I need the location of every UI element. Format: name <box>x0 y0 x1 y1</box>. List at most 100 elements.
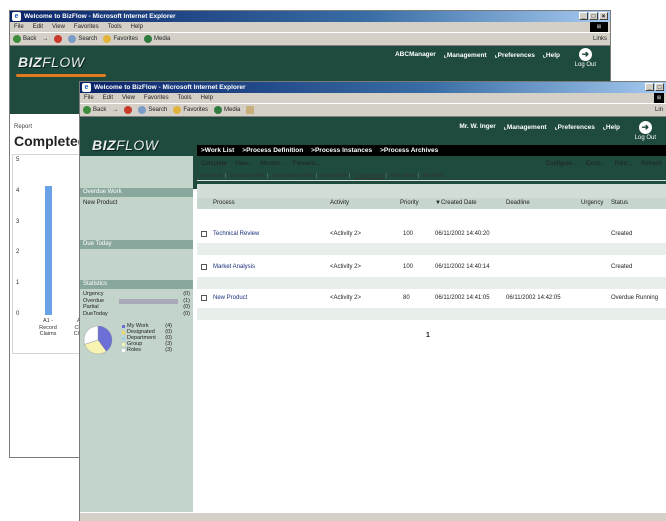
filter-overdue-work[interactable]: Overdue Work <box>230 173 265 179</box>
search-icon <box>68 35 77 43</box>
activity-cell: <Activity 2> <box>330 264 362 270</box>
y-tick-label: 0 <box>16 311 20 317</box>
menu-help[interactable]: Help <box>131 22 143 32</box>
monitor-button[interactable]: Monitor... <box>260 161 285 167</box>
tab-process-archives[interactable]: >Process Archives <box>380 145 438 156</box>
media-button[interactable]: Media <box>214 106 240 114</box>
back-menu-bar: File Edit View Favorites Tools Help ⊞ <box>10 22 610 32</box>
nav-help[interactable]: ⌞Help <box>603 123 620 131</box>
menu-favorites[interactable]: Favorites <box>74 22 99 32</box>
nav-user[interactable]: Mr. W. Inger <box>459 123 495 131</box>
deadline-cell: 06/11/2002 14:42:05 <box>506 295 561 301</box>
close-button[interactable]: × <box>599 12 608 20</box>
back-button[interactable]: Back <box>13 35 36 43</box>
search-button[interactable]: Search <box>138 106 167 114</box>
favorites-button[interactable]: Favorites <box>103 35 138 43</box>
tab-work-list[interactable]: >Work List <box>201 145 234 156</box>
legend-item[interactable]: Roles (3) <box>122 347 172 353</box>
menu-tools[interactable]: Tools <box>178 93 192 103</box>
main-nav-tabs: >Work List >Process Definition >Process … <box>197 145 666 156</box>
minimize-button[interactable]: _ <box>579 12 588 20</box>
minimize-button[interactable]: _ <box>645 83 654 91</box>
stop-button[interactable] <box>54 35 63 43</box>
mail-button[interactable] <box>246 106 255 114</box>
process-link[interactable]: Technical Review <box>213 229 259 239</box>
configure-button[interactable]: Configure... <box>546 161 577 167</box>
maximize-button[interactable]: □ <box>655 83 664 91</box>
statistics-header: Statistics <box>80 280 193 289</box>
refresh-button[interactable]: Refresh <box>641 161 662 167</box>
menu-tools[interactable]: Tools <box>108 22 122 32</box>
filter-all-work[interactable]: All Work <box>423 173 443 179</box>
overdue-item-new-product[interactable]: New Product <box>80 197 193 239</box>
col-created-date[interactable]: ▼Created Date <box>435 198 477 209</box>
col-process[interactable]: Process <box>213 198 235 209</box>
row-checkbox[interactable] <box>201 264 207 270</box>
print-button[interactable]: Print... <box>615 161 632 167</box>
forward-button[interactable]: → <box>42 36 48 42</box>
back-button[interactable]: Back <box>83 106 106 114</box>
filter-dept-work[interactable]: Dept Work <box>321 173 347 179</box>
menu-view[interactable]: View <box>122 93 135 103</box>
menu-view[interactable]: View <box>52 22 65 32</box>
action-bar: Complete View... Monitor... Forward... C… <box>197 159 666 169</box>
chart-bar[interactable] <box>45 185 52 315</box>
nav-management[interactable]: ⌞Management <box>444 51 487 59</box>
row-checkbox[interactable] <box>201 295 207 301</box>
menu-favorites[interactable]: Favorites <box>144 93 169 103</box>
table-row[interactable]: New Product <Activity 2> 80 06/11/2002 1… <box>197 293 666 303</box>
tab-process-definition[interactable]: >Process Definition <box>242 145 303 156</box>
menu-file[interactable]: File <box>14 22 24 32</box>
status-cell: Created <box>611 231 633 237</box>
back-top-nav: ABCManager ⌞Management ⌞Preferences ⌞Hel… <box>395 51 560 59</box>
nav-user[interactable]: ABCManager <box>395 51 436 59</box>
col-deadline[interactable]: Deadline <box>506 198 530 209</box>
col-urgency[interactable]: Urgency <box>581 198 603 209</box>
complete-button[interactable]: Complete <box>201 161 227 167</box>
col-activity[interactable]: Activity <box>330 198 349 209</box>
view-button[interactable]: View... <box>235 161 253 167</box>
row-checkbox[interactable] <box>201 231 207 237</box>
nav-help[interactable]: ⌞Help <box>543 51 560 59</box>
process-link[interactable]: Market Analysis <box>213 262 255 272</box>
filter-group-work[interactable]: Group Work <box>354 173 384 179</box>
media-button[interactable]: Media <box>144 35 170 43</box>
links-button[interactable]: Lin <box>655 107 663 113</box>
logout-button[interactable]: ➜ Log Out <box>575 48 596 68</box>
stat-bar <box>119 292 178 297</box>
excel-button[interactable]: Excel... <box>586 161 606 167</box>
forward-work-button[interactable]: Forward... <box>293 161 320 167</box>
logout-button[interactable]: ➜ Log Out <box>635 121 656 141</box>
bizflow-logo: BIZFLOW <box>92 137 159 153</box>
links-button[interactable]: Links <box>593 36 607 42</box>
nav-preferences[interactable]: ⌞Preferences <box>495 51 535 59</box>
table-row[interactable]: Technical Review <Activity 2> 100 06/11/… <box>197 229 666 239</box>
nav-management[interactable]: ⌞Management <box>504 123 547 131</box>
search-button[interactable]: Search <box>68 35 97 43</box>
filter-role-work[interactable]: Role Work <box>390 173 416 179</box>
process-link[interactable]: New Product <box>213 293 247 303</box>
stop-button[interactable] <box>124 106 133 114</box>
pager[interactable]: 1 <box>426 332 430 339</box>
media-icon <box>214 106 223 114</box>
col-status[interactable]: Status <box>611 198 628 209</box>
menu-help[interactable]: Help <box>201 93 213 103</box>
stat-row[interactable]: DueToday (0) <box>80 311 193 318</box>
menu-edit[interactable]: Edit <box>33 22 43 32</box>
table-toolbar-band <box>197 184 666 198</box>
tab-process-instances[interactable]: >Process Instances <box>311 145 372 156</box>
favorites-button[interactable]: Favorites <box>173 106 208 114</box>
menu-file[interactable]: File <box>84 93 94 103</box>
table-row[interactable]: Market Analysis <Activity 2> 100 06/11/2… <box>197 262 666 272</box>
star-icon <box>103 35 112 43</box>
col-priority[interactable]: Priority <box>400 198 419 209</box>
windows-logo-icon: ⊞ <box>590 22 608 32</box>
filter-my-work[interactable]: My Work <box>201 173 223 179</box>
maximize-button[interactable]: □ <box>589 12 598 20</box>
action-bar-right: Configure... Excel... Print... Refresh <box>546 161 662 167</box>
forward-button[interactable]: → <box>112 107 118 113</box>
activity-cell: <Activity 2> <box>330 295 362 301</box>
menu-edit[interactable]: Edit <box>103 93 113 103</box>
nav-preferences[interactable]: ⌞Preferences <box>555 123 595 131</box>
filter-designated-work[interactable]: Designated Work <box>272 173 314 179</box>
